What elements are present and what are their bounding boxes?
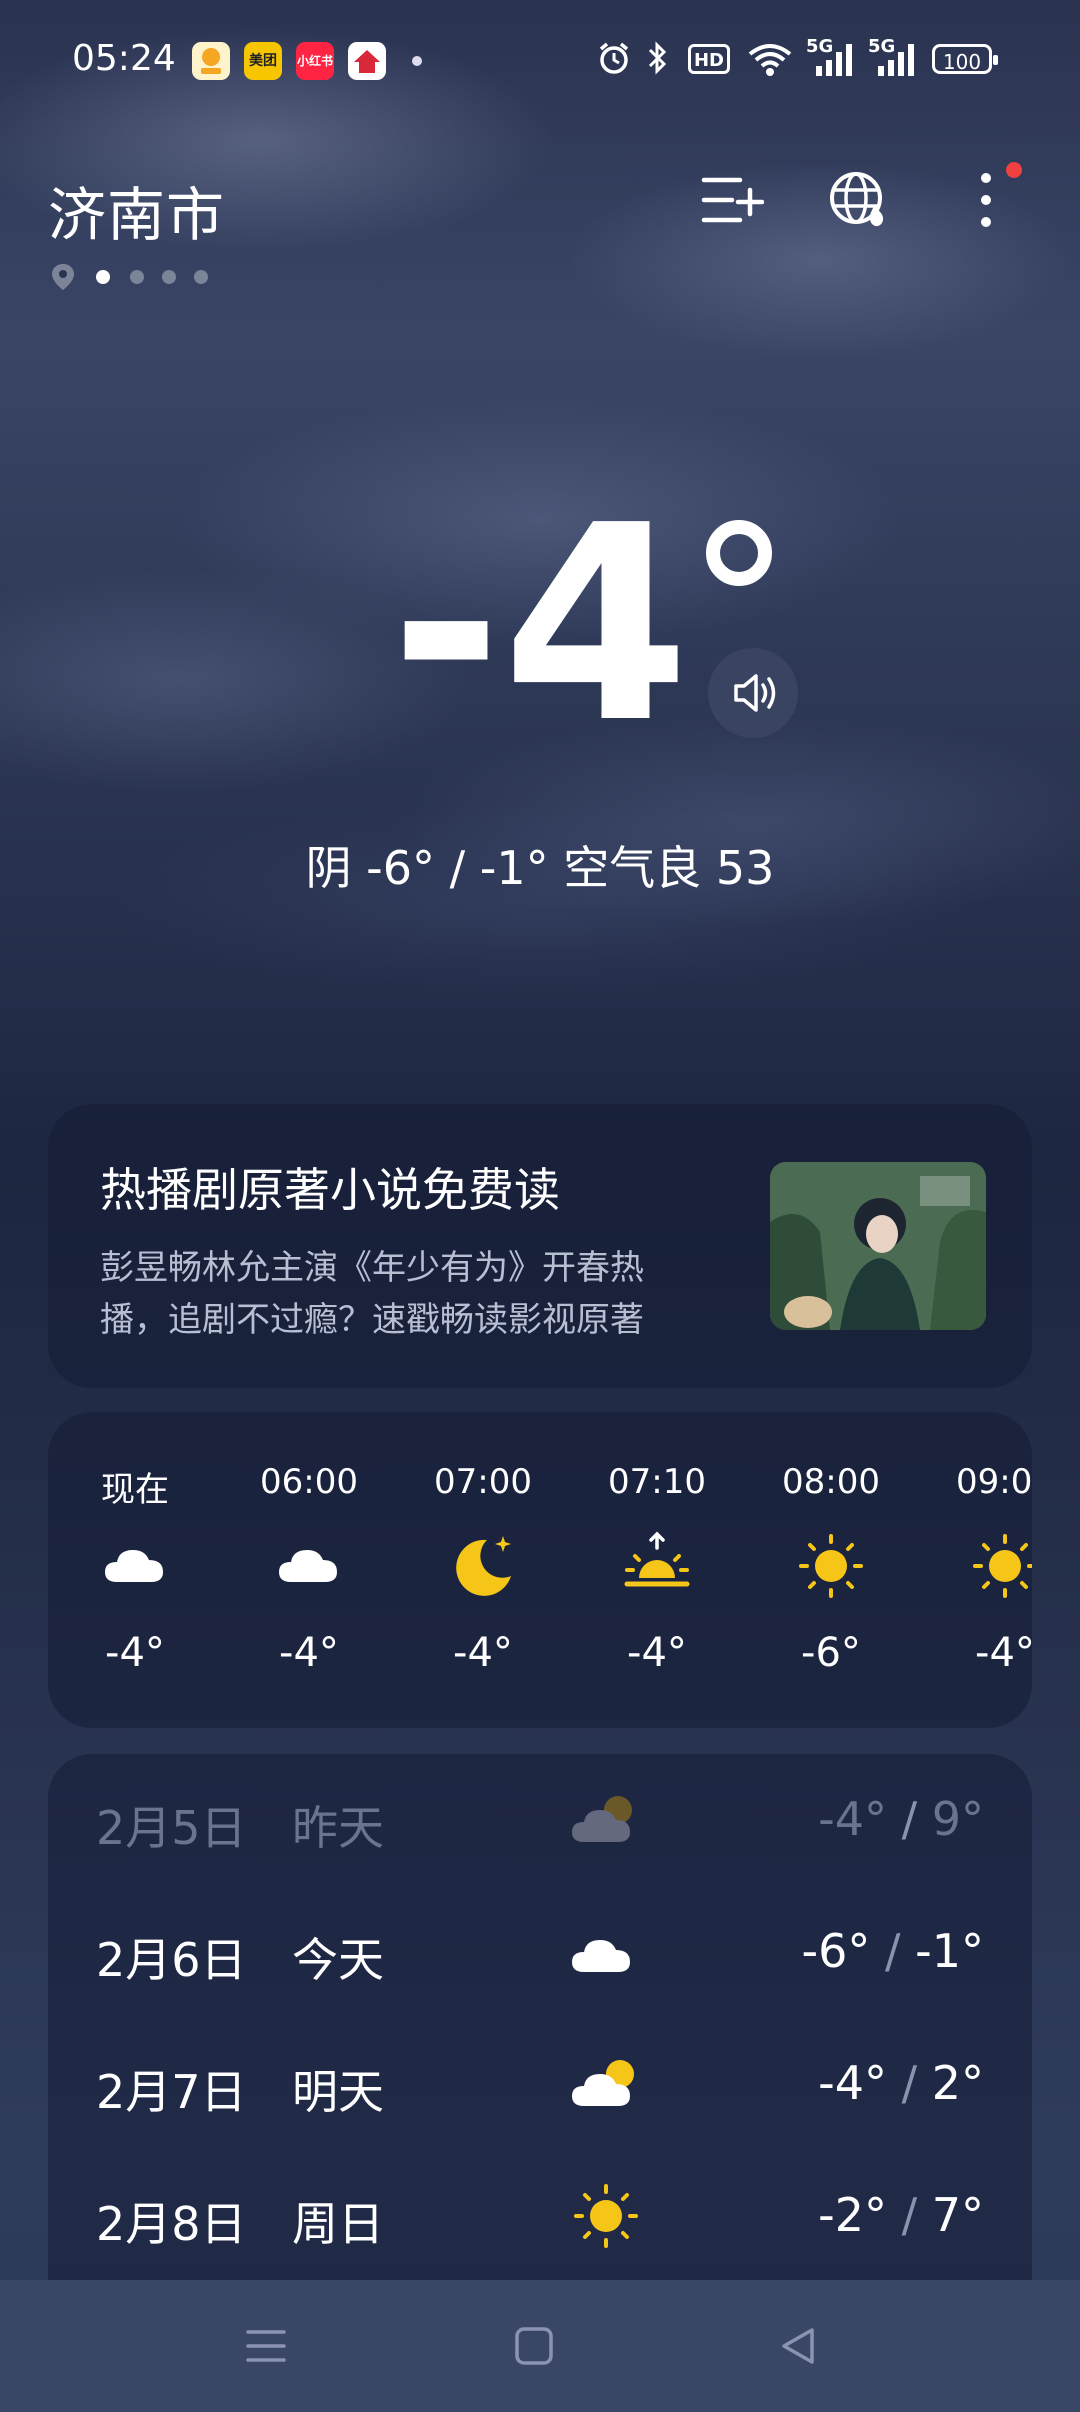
alarm-icon	[599, 42, 629, 74]
temperature-value: -4	[390, 467, 690, 782]
home-icon[interactable]	[508, 2320, 560, 2372]
cloud-icon	[279, 1550, 337, 1582]
promo-thumbnail	[770, 1162, 986, 1330]
daily-row-today[interactable]: 2月6日 今天 -6° / -1°	[48, 1886, 1032, 2018]
add-city-icon[interactable]	[700, 168, 764, 232]
promo-card[interactable]: 热播剧原著小说免费读 彭昱畅林允主演《年少有为》开春热播，追剧不过瘾？速戳畅读影…	[48, 1104, 1032, 1388]
sun-icon	[973, 1534, 1032, 1598]
promo-title: 热播剧原著小说免费读	[100, 1163, 560, 1217]
hourly-forecast[interactable]: 现在 -4° 06:00 -4° 07:00 -4° 07:10 -4° 08:…	[48, 1412, 1032, 1728]
page-dot-4	[194, 270, 208, 284]
daily-row-sunday[interactable]: 2月8日 周日 -2° / 7°	[48, 2150, 1032, 2282]
meituan-icon: 美团	[244, 42, 282, 80]
partly-cloudy-icon	[572, 2060, 634, 2106]
city-name[interactable]: 济南市	[48, 168, 225, 252]
voice-broadcast-button[interactable]	[708, 648, 798, 738]
degree-symbol	[706, 520, 772, 586]
page-dot-3	[162, 270, 176, 284]
page-dot-2	[130, 270, 144, 284]
cloud-icon	[572, 1940, 630, 1972]
globe-icon[interactable]	[826, 168, 890, 232]
system-navigation-bar	[0, 2280, 1080, 2412]
sun-icon	[799, 1534, 863, 1598]
recents-menu-icon[interactable]	[240, 2320, 292, 2372]
moon-icon	[456, 1536, 511, 1596]
weather-summary: 阴 -6° / -1° 空气良 53	[305, 841, 775, 895]
update-badge	[1006, 162, 1022, 178]
cloud-icon	[105, 1550, 163, 1582]
notif-app-4-icon	[348, 42, 386, 80]
daily-row-tomorrow[interactable]: 2月7日 明天 -4° / 2°	[48, 2018, 1032, 2150]
more-notifications-dot	[412, 56, 422, 66]
daily-row-yesterday[interactable]: 2月5日 昨天 -4° / 9°	[48, 1754, 1032, 1886]
speaker-icon	[734, 674, 776, 712]
signal-2-icon	[878, 44, 914, 76]
hd-voice-icon: HD	[688, 44, 730, 74]
bluetooth-icon	[648, 41, 667, 75]
sunrise-icon	[624, 1531, 690, 1587]
sun-icon	[574, 2184, 638, 2248]
wifi-icon	[748, 44, 792, 76]
status-bar: 05:24 美团 小红书 HD 5G 5G 100	[0, 0, 1080, 120]
page-dot-1	[96, 270, 110, 284]
more-options-icon[interactable]	[954, 168, 1018, 232]
xiaohongshu-icon: 小红书	[296, 42, 334, 80]
signal-1-icon	[816, 44, 852, 76]
status-time: 05:24	[72, 38, 176, 79]
partly-cloudy-icon	[572, 1796, 632, 1842]
notif-app-1-icon	[192, 42, 230, 80]
location-pin-icon	[52, 264, 74, 290]
back-icon[interactable]	[772, 2320, 824, 2372]
battery-icon: 100	[932, 44, 998, 74]
daily-forecast[interactable]: 2月5日 昨天 -4° / 9° 2月6日 今天 -6° / -1° 2月7日 …	[48, 1754, 1032, 2366]
current-temperature: -4	[0, 490, 1080, 760]
promo-description: 彭昱畅林允主演《年少有为》开春热播，追剧不过瘾？速戳畅读影视原著	[100, 1248, 644, 1340]
